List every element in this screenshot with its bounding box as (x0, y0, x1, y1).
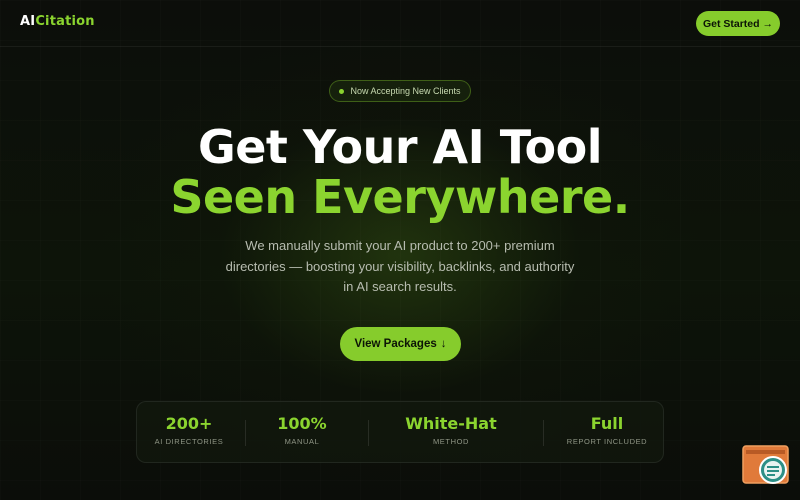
brand-logo[interactable]: AICitation (20, 14, 95, 29)
chat-widget-icon[interactable] (742, 445, 790, 485)
brand-logo-part2: Citation (35, 14, 95, 29)
stats-bar: 200+ AI DIRECTORIES 100% MANUAL White-Ha… (136, 401, 664, 463)
stat-divider (543, 420, 544, 446)
arrow-down-icon: ↓ (440, 338, 447, 350)
hero-subtitle: We manually submit your AI product to 20… (225, 238, 575, 294)
stat-label: METHOD (432, 437, 470, 446)
get-started-button[interactable]: Get Started → (696, 11, 780, 36)
stat-label: MANUAL (284, 437, 320, 446)
headline-line-1: Get Your AI Tool (197, 120, 603, 174)
stat-value: 200+ (165, 414, 213, 433)
status-badge-label: Now Accepting New Clients (350, 86, 461, 96)
get-started-label: Get Started (702, 17, 760, 30)
stat-value: 100% (277, 414, 327, 433)
stat-divider (245, 420, 246, 446)
top-nav: AICitation Get Started → (0, 0, 800, 47)
status-badge: Now Accepting New Clients (329, 80, 471, 102)
stat-method: White-Hat METHOD (381, 414, 521, 447)
view-packages-label: View Packages (354, 338, 437, 350)
stat-manual: 100% MANUAL (259, 414, 345, 447)
headline-line-2: Seen Everywhere. (170, 170, 630, 224)
arrow-right-icon: → (762, 17, 774, 30)
stat-label: AI DIRECTORIES (154, 437, 224, 446)
stat-directories: 200+ AI DIRECTORIES (147, 414, 231, 447)
stat-divider (368, 420, 369, 446)
status-dot-icon (339, 88, 345, 94)
view-packages-button[interactable]: View Packages ↓ (340, 327, 461, 361)
stat-report: Full REPORT INCLUDED (557, 414, 657, 447)
stat-label: REPORT INCLUDED (566, 437, 648, 446)
brand-logo-part1: AI (20, 14, 36, 29)
stat-value: Full (590, 414, 624, 433)
stat-value: White-Hat (405, 414, 497, 433)
